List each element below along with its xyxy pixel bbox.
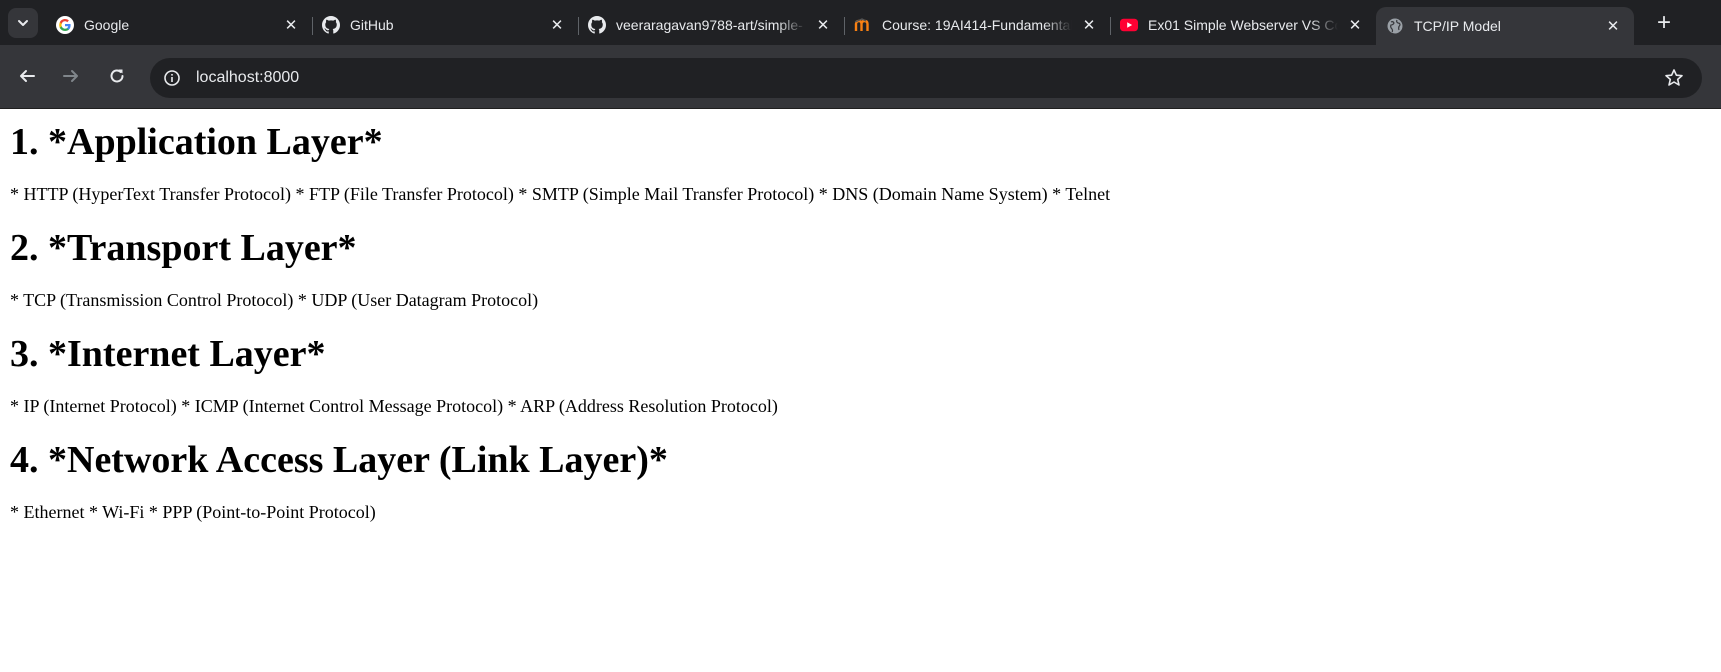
moodle-icon [854, 16, 872, 34]
page-content: 1. *Application Layer* * HTTP (HyperText… [0, 109, 1721, 523]
bookmark-star-icon[interactable] [1662, 66, 1686, 90]
tab-title: Ex01 Simple Webserver VS Code [1148, 17, 1338, 33]
reload-icon [110, 69, 124, 83]
section-text-internet: * IP (Internet Protocol) * ICMP (Interne… [10, 396, 778, 416]
close-icon[interactable]: ✕ [1604, 17, 1622, 35]
reload-button[interactable] [102, 61, 132, 91]
close-icon[interactable]: ✕ [282, 16, 300, 34]
tab-youtube[interactable]: Ex01 Simple Webserver VS Code ✕ [1110, 9, 1376, 41]
tab-strip: Google ✕ GitHub ✕ veeraragavan9788-art/s… [0, 0, 1721, 45]
arrow-left-icon [20, 70, 35, 82]
close-icon[interactable]: ✕ [548, 16, 566, 34]
tab-title: TCP/IP Model [1414, 18, 1501, 34]
github-icon [588, 16, 606, 34]
tab-google[interactable]: Google ✕ [46, 9, 312, 41]
tab-title: GitHub [350, 17, 394, 33]
close-icon[interactable]: ✕ [1080, 16, 1098, 34]
forward-button[interactable] [56, 61, 86, 91]
section-text-transport: * TCP (Transmission Control Protocol) * … [10, 290, 539, 310]
tab-github-repo[interactable]: veeraragavan9788-art/simple- ✕ [578, 9, 844, 41]
new-tab-button[interactable]: + [1650, 9, 1678, 37]
tab-tcpip-model[interactable]: TCP/IP Model ✕ [1376, 7, 1634, 45]
back-button[interactable] [12, 61, 42, 91]
section-heading-network-access: 4. *Network Access Layer (Link Layer)* [10, 439, 668, 481]
close-icon[interactable]: ✕ [1346, 16, 1364, 34]
close-icon[interactable]: ✕ [814, 16, 832, 34]
tab-title: Course: 19AI414-Fundamentals [882, 17, 1072, 33]
tab-list: Google ✕ GitHub ✕ veeraragavan9788-art/s… [46, 7, 1634, 45]
google-icon [56, 16, 74, 34]
address-text[interactable]: localhost:8000 [196, 69, 1662, 87]
browser-toolbar: localhost:8000 [0, 45, 1721, 109]
tab-title: Google [84, 17, 130, 33]
tab-title: veeraragavan9788-art/simple- [616, 17, 803, 33]
github-icon [322, 16, 340, 34]
youtube-icon [1120, 16, 1138, 34]
chevron-down-icon [18, 20, 28, 26]
tab-course[interactable]: Course: 19AI414-Fundamentals ✕ [844, 9, 1110, 41]
section-heading-application: 1. *Application Layer* [10, 121, 383, 163]
tab-github[interactable]: GitHub ✕ [312, 9, 578, 41]
section-text-network-access: * Ethernet * Wi-Fi * PPP (Point-to-Point… [10, 502, 376, 522]
section-text-application: * HTTP (HyperText Transfer Protocol) * F… [10, 184, 1111, 204]
section-heading-internet: 3. *Internet Layer* [10, 333, 326, 375]
arrow-right-icon [63, 70, 78, 82]
address-bar[interactable]: localhost:8000 [150, 58, 1702, 98]
globe-icon [1386, 17, 1404, 35]
site-info-icon[interactable] [162, 68, 182, 88]
section-heading-transport: 2. *Transport Layer* [10, 227, 357, 269]
tab-search-button[interactable] [8, 8, 38, 38]
